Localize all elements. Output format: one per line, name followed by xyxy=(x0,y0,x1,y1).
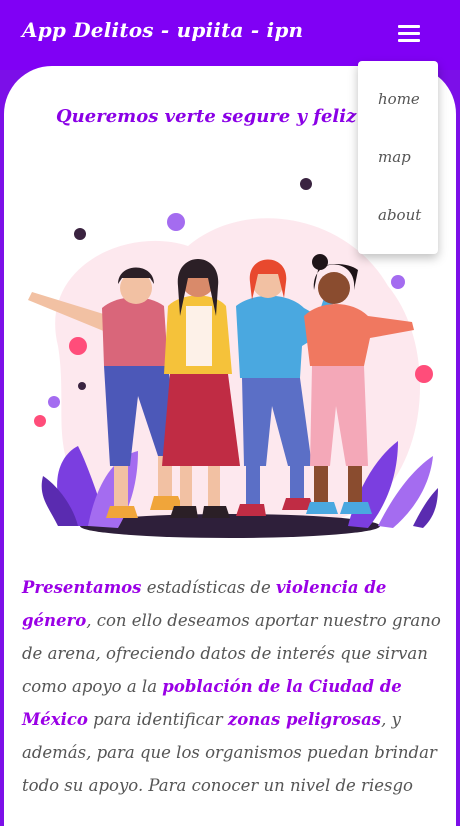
intro-text-3: para identificar xyxy=(87,710,228,729)
intro-paragraph: Presentamos estadísticas de violencia de… xyxy=(22,571,442,802)
intro-text-1: estadísticas de xyxy=(141,578,276,597)
menu-item-map[interactable]: map xyxy=(378,148,411,166)
intro-highlight-presentamos: Presentamos xyxy=(22,578,142,597)
app-bar: App Delitos - upiita - ipn xyxy=(0,0,460,70)
hamburger-menu-icon[interactable] xyxy=(396,22,422,44)
menu-item-about[interactable]: about xyxy=(378,206,421,224)
intro-highlight-zonas: zonas peligrosas xyxy=(227,710,382,729)
menu-item-home[interactable]: home xyxy=(378,90,420,108)
nav-dropdown-menu: home map about xyxy=(358,61,438,254)
app-title: App Delitos - upiita - ipn xyxy=(22,18,304,42)
